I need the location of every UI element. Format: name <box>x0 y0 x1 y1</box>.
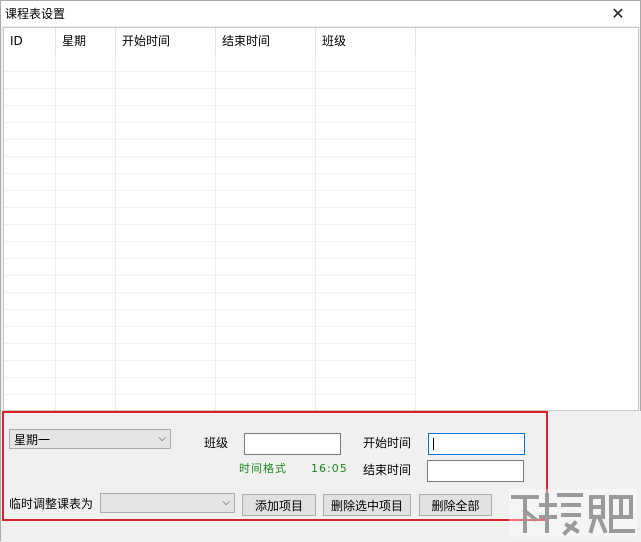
grid-line <box>4 190 416 191</box>
end-time-input[interactable] <box>427 460 524 482</box>
column-header-class[interactable]: 班级 <box>316 28 416 54</box>
temp-adjust-select[interactable]: ⌵ <box>100 493 235 513</box>
end-time-label: 结束时间 <box>363 463 412 477</box>
close-button[interactable]: ✕ <box>596 1 640 26</box>
grid-line <box>315 54 316 410</box>
grid-line <box>415 54 416 410</box>
grid-line <box>4 343 416 344</box>
schedule-list[interactable]: ID 星期 开始时间 结束时间 班级 <box>3 27 639 411</box>
weekday-select-value: 星期一 <box>14 433 51 447</box>
column-header-weekday[interactable]: 星期 <box>56 28 116 54</box>
add-item-button[interactable]: 添加项目 <box>242 494 316 516</box>
grid-line <box>4 275 416 276</box>
grid-line <box>4 105 416 106</box>
grid-line <box>115 54 116 410</box>
class-input[interactable] <box>244 433 341 455</box>
grid-line <box>4 71 416 72</box>
chevron-down-icon: ⌵ <box>222 497 230 508</box>
window-title: 课程表设置 <box>5 7 66 21</box>
title-bar: 课程表设置 ✕ <box>1 1 640 26</box>
start-time-input[interactable] <box>428 433 525 455</box>
watermark-logo <box>509 489 637 537</box>
grid-line <box>4 292 416 293</box>
grid-line <box>4 394 416 395</box>
delete-all-button[interactable]: 删除全部 <box>419 494 492 516</box>
grid-line <box>4 122 416 123</box>
chevron-down-icon: ⌵ <box>158 433 166 444</box>
column-header-end-time[interactable]: 结束时间 <box>216 28 316 54</box>
text-caret <box>433 438 434 450</box>
grid-line <box>4 241 416 242</box>
grid-line <box>4 207 416 208</box>
grid-line <box>4 156 416 157</box>
grid-line <box>4 139 416 140</box>
grid-line <box>215 54 216 410</box>
start-time-label: 开始时间 <box>363 436 412 450</box>
grid-line <box>4 173 416 174</box>
grid-line <box>55 54 56 410</box>
column-header-id[interactable]: ID <box>4 28 56 54</box>
class-label: 班级 <box>204 436 229 450</box>
delete-selected-button[interactable]: 删除选中项目 <box>323 494 411 516</box>
grid-line <box>4 377 416 378</box>
temp-adjust-label: 临时调整课表为 <box>9 497 94 511</box>
schedule-settings-window: 课程表设置 ✕ ID 星期 开始时间 结束时间 班级 星期一 ⌵ 班级 开始时间… <box>0 0 641 542</box>
weekday-select[interactable]: 星期一 ⌵ <box>9 429 171 449</box>
grid-line <box>4 224 416 225</box>
grid-line <box>4 360 416 361</box>
list-header: ID 星期 开始时间 结束时间 班级 <box>4 28 638 54</box>
grid-line <box>4 258 416 259</box>
column-header-start-time[interactable]: 开始时间 <box>116 28 216 54</box>
grid-line <box>4 326 416 327</box>
grid-line <box>4 309 416 310</box>
time-format-hint: 时间格式 16:05 <box>239 462 348 475</box>
grid-line <box>4 88 416 89</box>
